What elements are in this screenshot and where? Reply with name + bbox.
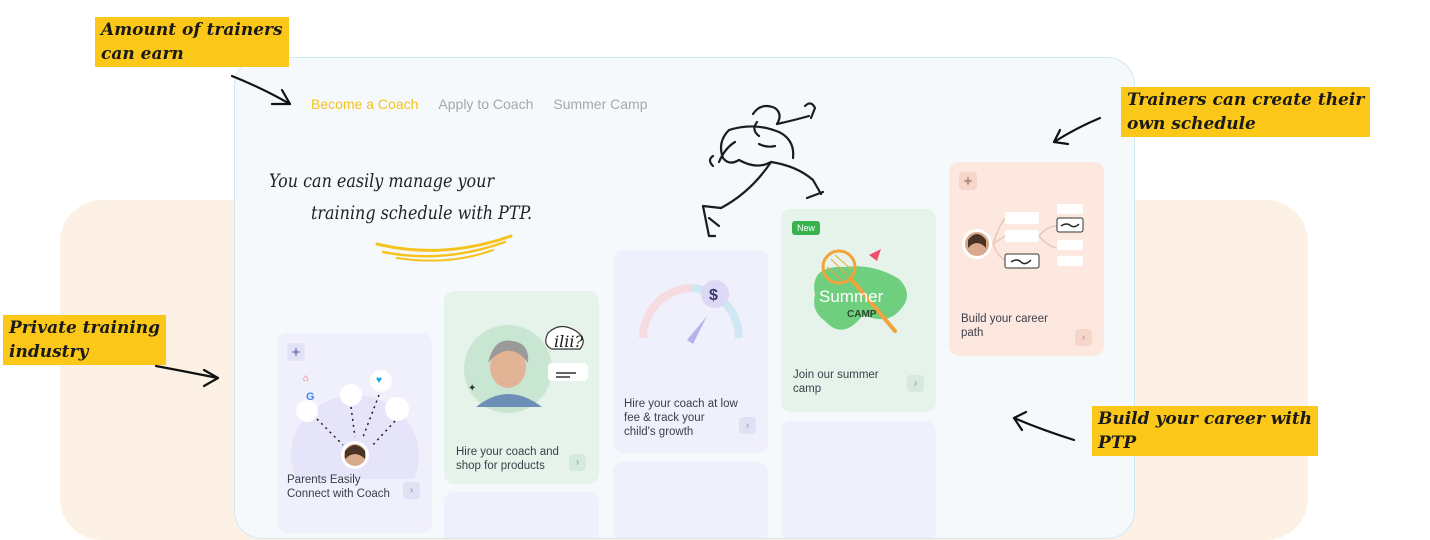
annotation-arrows: [154, 74, 1102, 442]
arrow-icon: [1012, 416, 1076, 442]
